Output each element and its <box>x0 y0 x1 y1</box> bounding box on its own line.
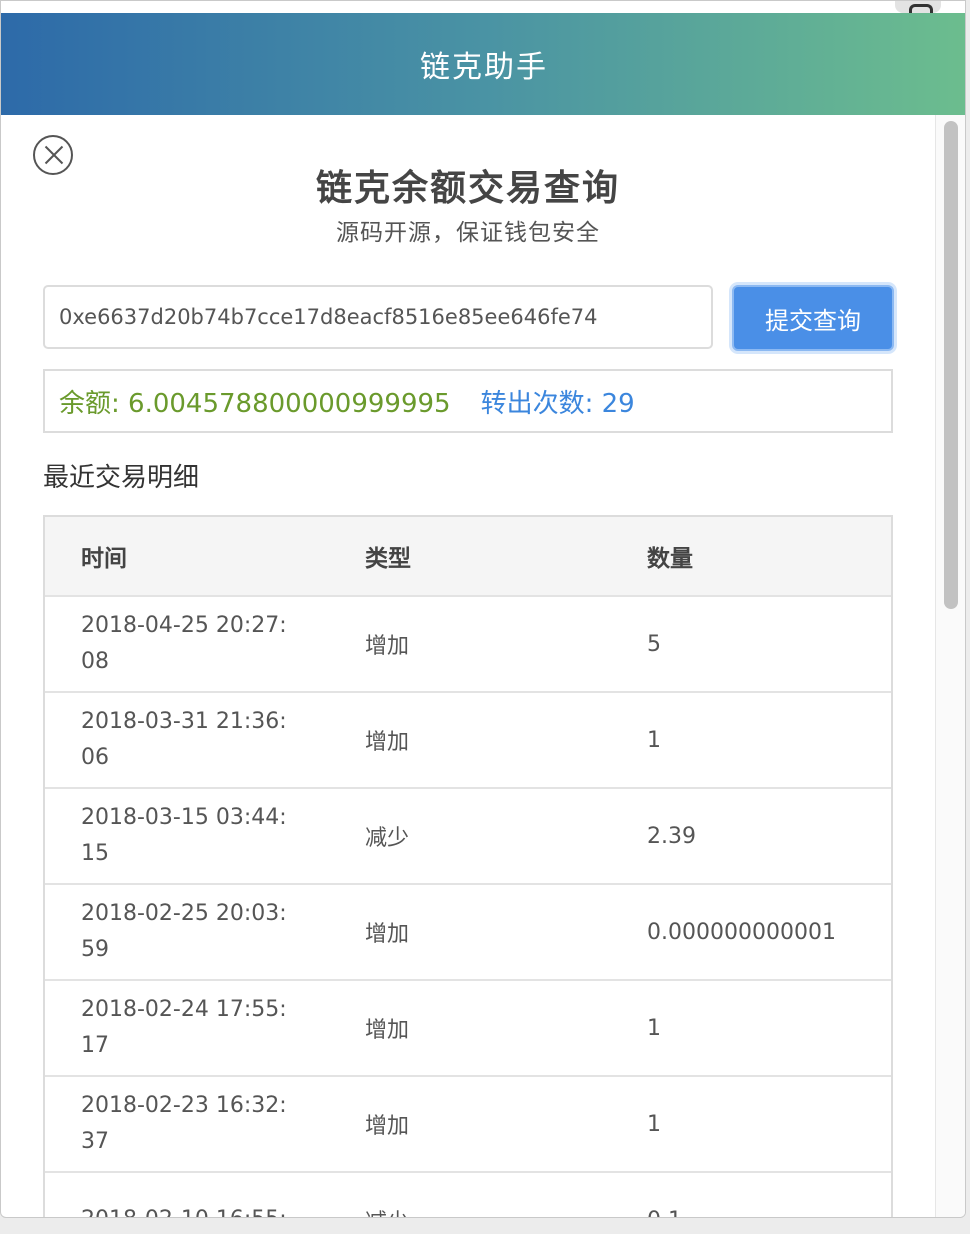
row-time-sec: 06 <box>81 745 109 770</box>
balance-value: 余额: 6.004578800000999995 <box>59 388 451 419</box>
row-time-sec: 17 <box>81 1033 109 1058</box>
vertical-scrollbar[interactable] <box>935 115 965 1217</box>
row-time-date: 2018-02-25 20:03: <box>81 901 287 926</box>
row-type: 增加 <box>365 1018 410 1043</box>
section-title: 最近交易明细 <box>43 463 200 493</box>
app-header: 链克助手 <box>1 13 965 115</box>
page-title: 链克余额交易查询 <box>315 168 620 209</box>
row-time-date: 2018-02-24 17:55: <box>81 997 287 1022</box>
app-title: 链克助手 <box>420 50 548 85</box>
row-amount: 1 <box>647 1015 661 1041</box>
row-time-sec: 37 <box>81 1129 109 1154</box>
row-amount: 5 <box>647 631 661 657</box>
transfer-count: 转出次数: 29 <box>480 388 635 419</box>
row-type: 减少 <box>329 1204 611 1217</box>
row-time-date: 2018-03-15 03:44: <box>81 805 287 830</box>
table-row: 2018-03-15 03:44: 15 减少 2.39 <box>45 789 891 885</box>
row-type: 减少 <box>365 826 410 851</box>
scrollbar-thumb[interactable] <box>944 121 958 609</box>
table-header: 时间 类型 数量 <box>45 517 891 597</box>
table-row: 2018-02-10 16:55: 减少 0.1 <box>45 1173 891 1218</box>
row-time: 2018-02-24 17:55: 17 <box>45 992 329 1064</box>
row-time: 2018-02-10 16:55: <box>45 1202 329 1217</box>
row-type: 增加 <box>365 634 410 659</box>
row-time-date: 2018-02-23 16:32: <box>81 1093 287 1118</box>
row-time: 2018-02-23 16:32: 37 <box>45 1088 329 1160</box>
row-time-sec: 08 <box>81 649 109 674</box>
extension-popup: 链克助手 链克余额交易查询 源码开源，保证钱包安全 提交查询 余额: 6.004… <box>0 0 966 1218</box>
page-subtitle: 源码开源，保证钱包安全 <box>336 220 600 246</box>
submit-query-button[interactable]: 提交查询 <box>732 285 894 351</box>
column-header-amount: 数量 <box>647 546 693 572</box>
row-type: 增加 <box>365 922 410 947</box>
column-header-type: 类型 <box>365 546 411 572</box>
row-amount: 1 <box>647 1111 661 1137</box>
main-content: 链克余额交易查询 源码开源，保证钱包安全 提交查询 余额: 6.00457880… <box>1 115 935 1218</box>
row-time-date: 2018-04-25 20:27: <box>81 613 287 638</box>
row-amount: 2.39 <box>647 823 696 849</box>
popup-anchor-icon <box>895 1 941 13</box>
table-row: 2018-02-25 20:03: 59 增加 0.000000000001 <box>45 885 891 981</box>
row-time: 2018-03-15 03:44: 15 <box>45 800 329 872</box>
table-row: 2018-02-24 17:55: 17 增加 1 <box>45 981 891 1077</box>
row-time: 2018-02-25 20:03: 59 <box>45 896 329 968</box>
table-row: 2018-02-23 16:32: 37 增加 1 <box>45 1077 891 1173</box>
row-time-sec: 15 <box>81 841 109 866</box>
row-amount: 0.1 <box>611 1208 891 1218</box>
row-time-sec: 59 <box>81 937 109 962</box>
row-time-date: 2018-02-10 16:55: <box>81 1202 329 1217</box>
balance-summary: 余额: 6.004578800000999995 转出次数: 29 <box>43 369 893 433</box>
row-time: 2018-04-25 20:27: 08 <box>45 608 329 680</box>
row-type: 增加 <box>365 730 410 755</box>
table-row: 2018-04-25 20:27: 08 增加 5 <box>45 597 891 693</box>
row-time-date: 2018-03-31 21:36: <box>81 709 287 734</box>
row-type: 增加 <box>365 1114 410 1139</box>
transactions-table: 时间 类型 数量 2018-04-25 20:27: 08 增加 5 2018-… <box>43 515 893 1218</box>
column-header-time: 时间 <box>81 546 127 572</box>
row-time: 2018-03-31 21:36: 06 <box>45 704 329 776</box>
table-row: 2018-03-31 21:36: 06 增加 1 <box>45 693 891 789</box>
row-amount: 1 <box>647 727 661 753</box>
row-amount: 0.000000000001 <box>647 919 836 945</box>
address-input[interactable] <box>43 285 713 349</box>
